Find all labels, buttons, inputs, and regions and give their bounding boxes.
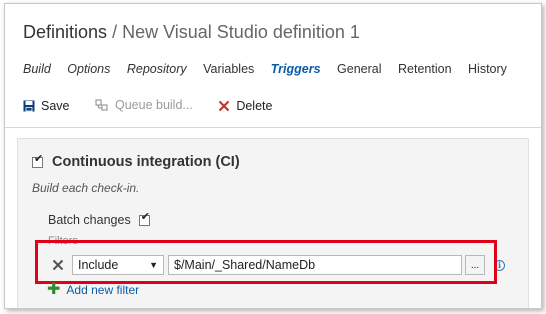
filters-label: Filters [48, 235, 78, 247]
filter-type-select[interactable]: Include ▼ [72, 255, 164, 275]
plus-icon: ✚ [47, 281, 61, 298]
info-icon[interactable]: i [494, 259, 505, 271]
ci-checkbox-row: ✔ Continuous integration (CI) [32, 152, 240, 170]
filter-type-value: Include [78, 258, 119, 272]
save-icon [23, 100, 35, 111]
filter-row: Include ▼ $/Main/_Shared/NameDb ... i [48, 254, 505, 276]
window-frame: Definitions / New Visual Studio definiti… [4, 3, 542, 309]
ci-description: Build each check-in. [32, 181, 140, 195]
tab-repository[interactable]: Repository [127, 62, 187, 76]
tab-retention[interactable]: Retention [398, 62, 452, 76]
filter-path-input[interactable]: $/Main/_Shared/NameDb [168, 255, 462, 275]
dropdown-caret-icon: ▼ [149, 260, 158, 270]
breadcrumb-separator: / [112, 22, 118, 42]
browse-button[interactable]: ... [465, 255, 485, 275]
tab-build[interactable]: Build [23, 62, 51, 76]
tab-options[interactable]: Options [67, 62, 110, 76]
save-label: Save [41, 98, 70, 113]
remove-filter-icon[interactable] [48, 255, 68, 275]
delete-label: Delete [236, 98, 273, 113]
add-new-filter-label: Add new filter [66, 283, 140, 297]
tab-history[interactable]: History [468, 62, 507, 76]
page-title: Definitions / New Visual Studio definiti… [23, 22, 360, 43]
ci-checkbox[interactable]: ✔ [32, 152, 44, 168]
ci-label: Continuous integration (CI) [52, 154, 240, 170]
definition-name: New Visual Studio definition 1 [122, 22, 360, 42]
add-new-filter-link[interactable]: ✚ Add new filter [47, 282, 139, 298]
check-icon: ✔ [34, 152, 44, 165]
batch-changes-row: Batch changes ✔ [48, 210, 150, 227]
queue-build-button[interactable]: Queue build... [95, 98, 193, 112]
tab-triggers[interactable]: Triggers [271, 62, 321, 76]
tab-general[interactable]: General [337, 62, 381, 76]
check-icon: ✔ [140, 210, 150, 223]
batch-changes-checkbox[interactable]: ✔ [138, 210, 150, 226]
delete-button[interactable]: Delete [218, 99, 272, 113]
toolbar: Save Queue build... Delete [23, 98, 294, 115]
queue-build-label: Queue build... [114, 98, 193, 112]
save-button[interactable]: Save [23, 99, 70, 113]
breadcrumb-definitions[interactable]: Definitions [23, 22, 107, 42]
tab-variables[interactable]: Variables [203, 62, 254, 76]
toolbar-divider [5, 127, 541, 128]
delete-icon [219, 100, 230, 111]
batch-changes-label: Batch changes [48, 213, 131, 227]
queue-build-icon [95, 98, 108, 111]
tab-bar: Build Options Repository Variables Trigg… [23, 62, 520, 76]
